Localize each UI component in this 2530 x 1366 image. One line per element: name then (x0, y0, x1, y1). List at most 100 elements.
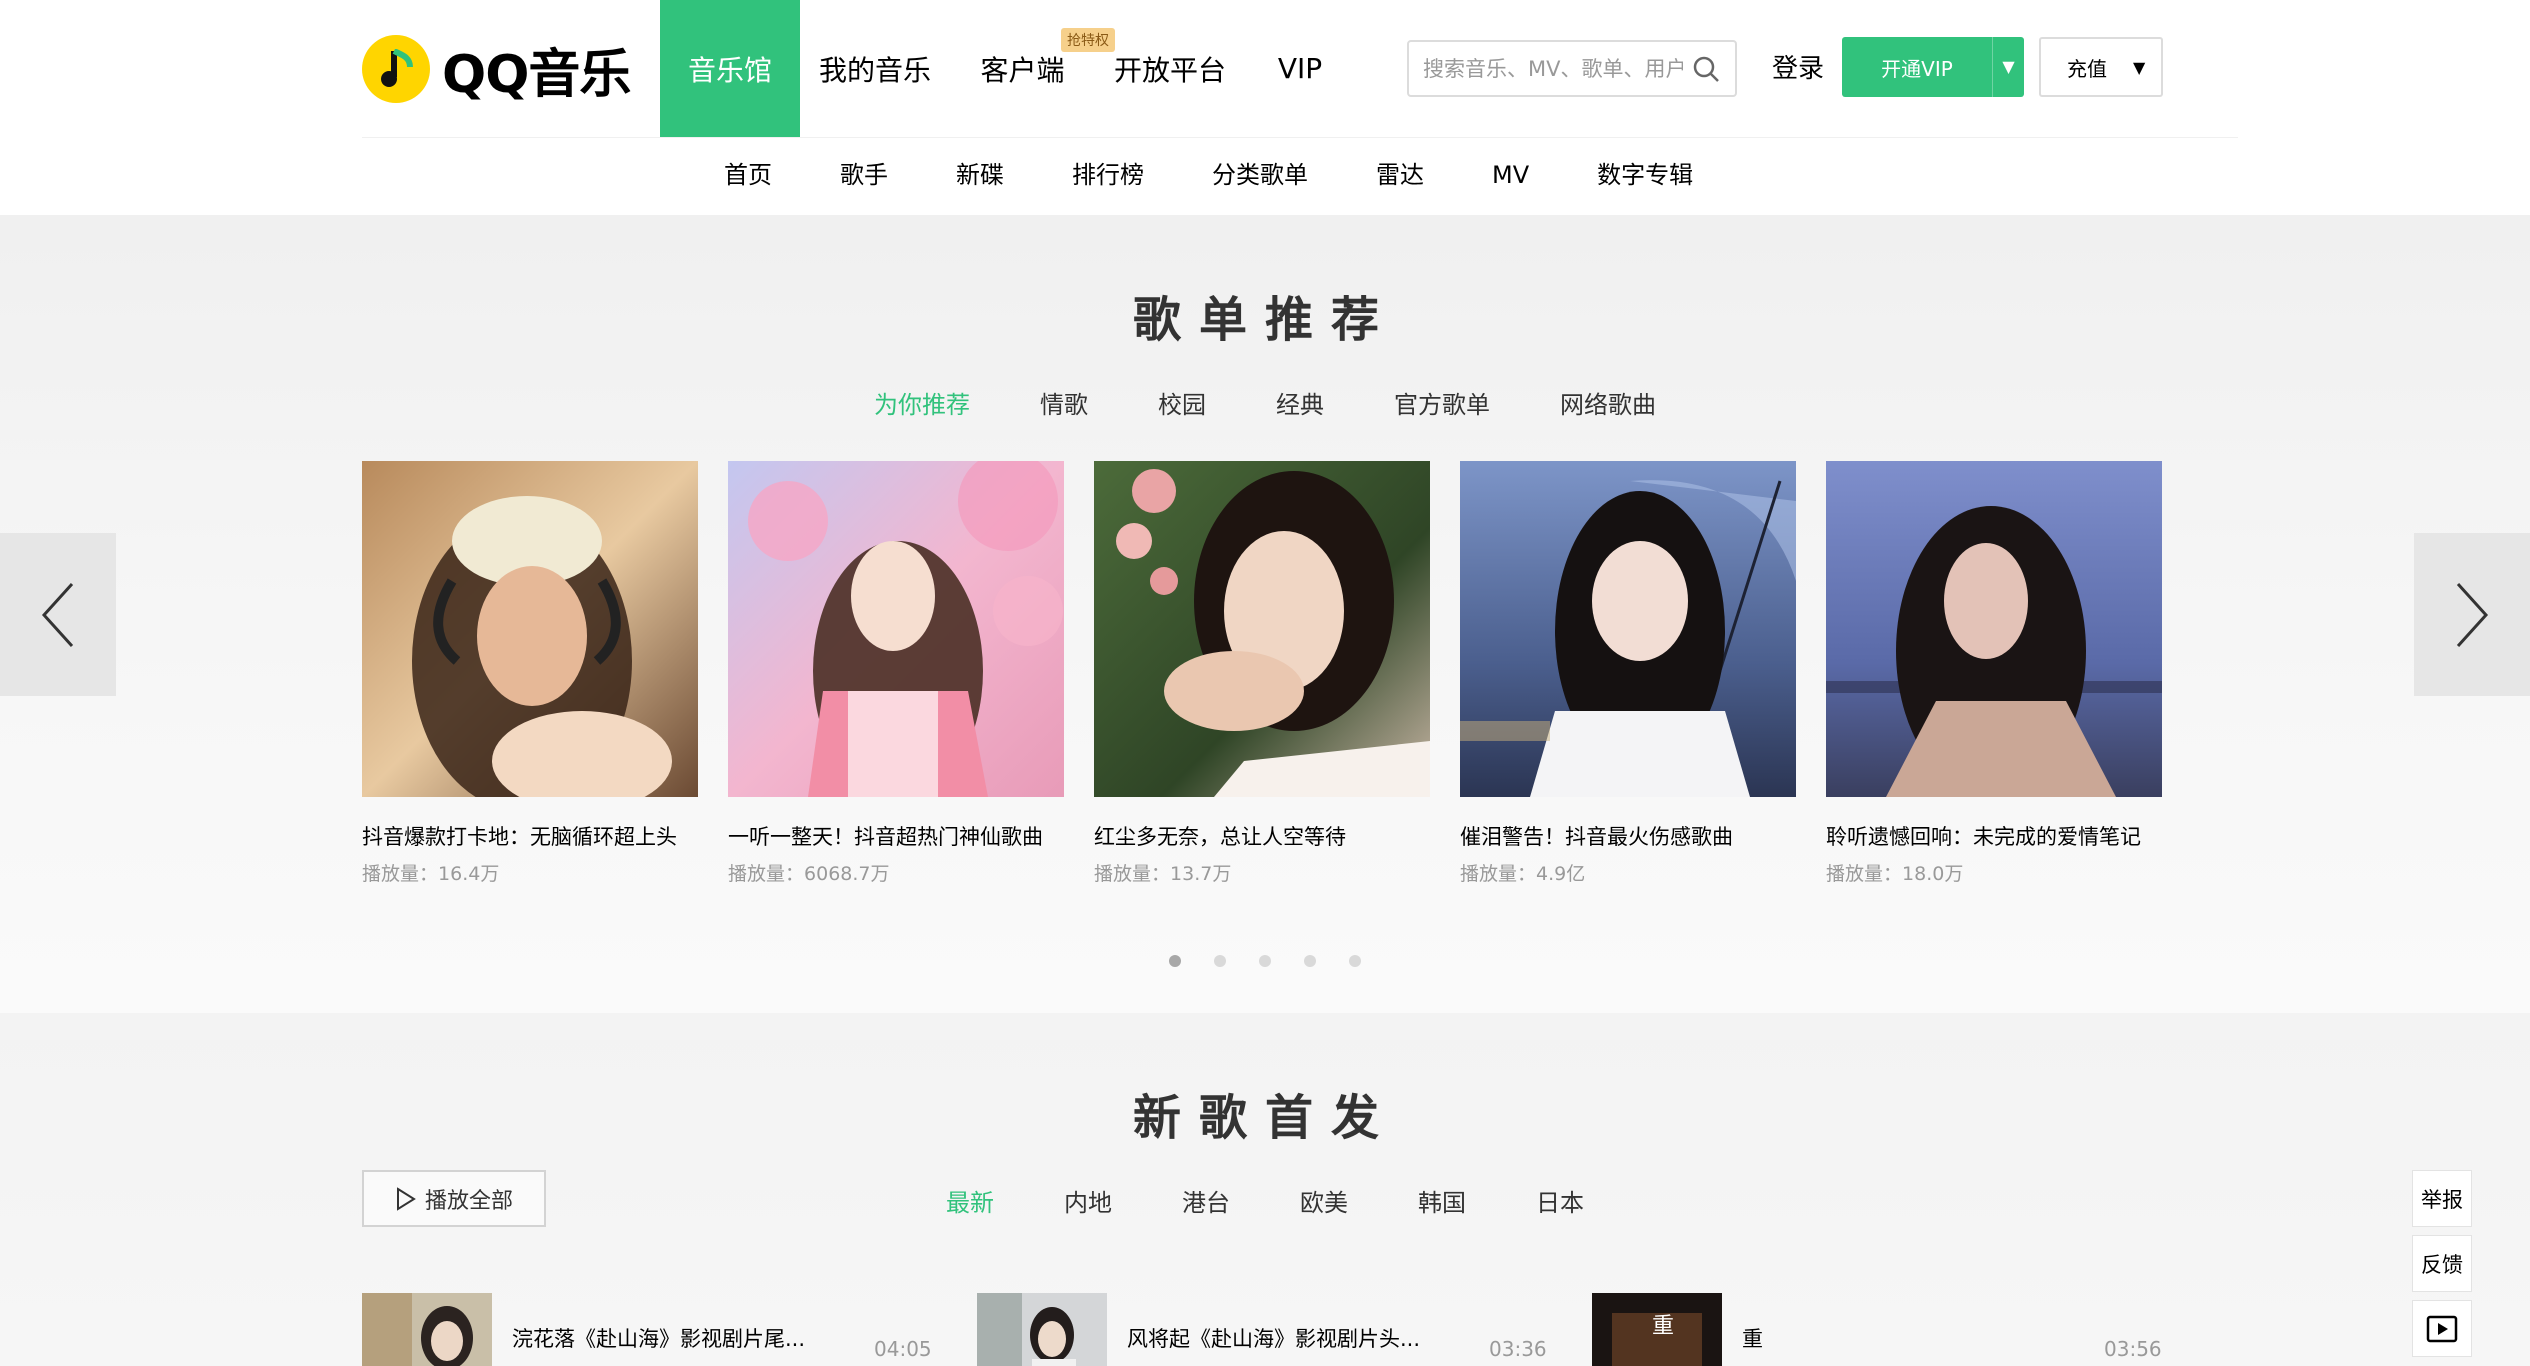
playlist-cover[interactable] (1094, 461, 1430, 797)
play-count: 播放量：13.7万 (1094, 859, 1430, 886)
search-box (1407, 40, 1737, 97)
feedback-button[interactable]: 反馈 (2412, 1235, 2472, 1292)
next-arrow[interactable] (2414, 533, 2530, 696)
playlist-cover[interactable] (1826, 461, 2162, 797)
playlist-tabs: 为你推荐 情歌 校园 经典 官方歌单 网络歌曲 (0, 385, 2530, 420)
song-cover[interactable] (977, 1293, 1107, 1366)
logo-text: QQ音乐 (442, 44, 631, 105)
playlist-name[interactable]: 聆听遗憾回响：未完成的爱情笔记 (1826, 821, 2162, 851)
subnav-item-new-albums[interactable]: 新碟 (922, 150, 1038, 200)
subnav-item-categories[interactable]: 分类歌单 (1178, 150, 1342, 200)
play-box-button[interactable] (2412, 1300, 2472, 1357)
carousel-dot[interactable] (1214, 955, 1226, 967)
tab-korea[interactable]: 韩国 (1383, 1183, 1501, 1218)
song-item[interactable]: 风将起《赴山海》影视剧片头... … 03:36 (977, 1293, 1592, 1366)
song-item[interactable]: 重 重 … 03:56 (1592, 1293, 2207, 1366)
song-artist[interactable]: … (1127, 1359, 1145, 1366)
topnav-music-hall[interactable]: 音乐馆 (660, 0, 800, 137)
plays-prefix: 播放量： (1826, 863, 1903, 885)
tab-internet-songs[interactable]: 网络歌曲 (1525, 385, 1691, 420)
side-tools: 举报 反馈 (2412, 1170, 2472, 1357)
tab-for-you[interactable]: 为你推荐 (839, 385, 1005, 420)
song-cover[interactable] (362, 1293, 492, 1366)
playlist-name[interactable]: 催泪警告！抖音最火伤感歌曲 (1460, 821, 1796, 851)
topnav-label: VIP (1277, 52, 1323, 85)
subnav-item-charts[interactable]: 排行榜 (1038, 150, 1178, 200)
subnav-item-singers[interactable]: 歌手 (806, 150, 922, 200)
song-duration: 04:05 (874, 1337, 932, 1361)
plays-prefix: 播放量： (728, 863, 805, 885)
subnav-item-home[interactable]: 首页 (690, 150, 806, 200)
tab-official[interactable]: 官方歌单 (1359, 385, 1525, 420)
caret-down-icon[interactable]: ▼ (1992, 37, 2024, 97)
plays-prefix: 播放量： (1094, 863, 1171, 885)
login-link[interactable]: 登录 (1772, 48, 1824, 85)
tab-latest[interactable]: 最新 (911, 1183, 1029, 1218)
song-cover[interactable]: 重 (1592, 1293, 1722, 1366)
playlist-name[interactable]: 红尘多无奈，总让人空等待 (1094, 821, 1430, 851)
report-button[interactable]: 举报 (2412, 1170, 2472, 1227)
plays-value: 6068.7万 (804, 863, 890, 885)
playlist-cards: 抖音爆款打卡地：无脑循环超上头 播放量：16.4万 一听一整天！抖音超热门神仙歌… (362, 461, 2162, 886)
topnav-client[interactable]: 客户端 抢特权 (950, 0, 1115, 137)
carousel-dot[interactable] (1169, 955, 1181, 967)
carousel-dot[interactable] (1349, 955, 1361, 967)
playlist-cover[interactable] (1460, 461, 1796, 797)
qq-music-logo[interactable]: QQ音乐 (362, 34, 631, 105)
song-item[interactable]: 浣花落《赴山海》影视剧片尾... … 04:05 (362, 1293, 977, 1366)
playlist-cover[interactable] (362, 461, 698, 797)
song-title[interactable]: 重 (1742, 1323, 2062, 1353)
playlist-name[interactable]: 抖音爆款打卡地：无脑循环超上头 (362, 821, 698, 851)
topnav-open-platform[interactable]: 开放平台 (1095, 0, 1245, 137)
subnav-item-digital-albums[interactable]: 数字专辑 (1563, 150, 1727, 200)
caret-down-icon[interactable]: ▼ (2133, 58, 2145, 77)
subnav-item-mv[interactable]: MV (1458, 150, 1563, 200)
topnav-vip[interactable]: VIP (1245, 0, 1355, 137)
playlist-card[interactable]: 催泪警告！抖音最火伤感歌曲 播放量：4.9亿 (1460, 461, 1796, 886)
playlist-card[interactable]: 红尘多无奈，总让人空等待 播放量：13.7万 (1094, 461, 1430, 886)
search-input[interactable] (1423, 56, 1683, 81)
topnav-label: 我的音乐 (818, 53, 931, 87)
tab-love-songs[interactable]: 情歌 (1005, 385, 1123, 420)
topnav-label: 开放平台 (1113, 53, 1226, 87)
playlist-name[interactable]: 一听一整天！抖音超热门神仙歌曲 (728, 821, 1064, 851)
subnav-item-radar[interactable]: 雷达 (1342, 150, 1458, 200)
plays-value: 4.9亿 (1536, 863, 1586, 885)
sub-nav: 首页 歌手 新碟 排行榜 分类歌单 雷达 MV 数字专辑 (690, 150, 1727, 200)
tab-classic[interactable]: 经典 (1241, 385, 1359, 420)
playlist-card[interactable]: 抖音爆款打卡地：无脑循环超上头 播放量：16.4万 (362, 461, 698, 886)
playlist-card[interactable]: 聆听遗憾回响：未完成的爱情笔记 播放量：18.0万 (1826, 461, 2162, 886)
tab-mainland[interactable]: 内地 (1029, 1183, 1147, 1218)
tab-japan[interactable]: 日本 (1501, 1183, 1619, 1218)
play-box-icon (2426, 1315, 2458, 1342)
play-count: 播放量：16.4万 (362, 859, 698, 886)
logo-icon (362, 35, 430, 103)
song-artist[interactable]: … (1742, 1359, 1760, 1366)
playlist-card[interactable]: 一听一整天！抖音超热门神仙歌曲 播放量：6068.7万 (728, 461, 1064, 886)
song-artist[interactable]: … (512, 1359, 530, 1366)
plays-prefix: 播放量： (362, 863, 439, 885)
section-title: 歌单推荐 (1132, 292, 1397, 348)
tab-hk-tw[interactable]: 港台 (1147, 1183, 1265, 1218)
prev-arrow[interactable] (0, 533, 116, 696)
carousel-dot[interactable] (1304, 955, 1316, 967)
playlist-cover[interactable] (728, 461, 1064, 797)
song-list: 浣花落《赴山海》影视剧片尾... … 04:05 风将起《赴山海》影视剧片头..… (362, 1293, 2207, 1366)
carousel-dots (0, 955, 2530, 967)
recharge-label: 充值 (2067, 56, 2107, 81)
new-songs-section: 新歌首发 播放全部 最新 内地 港台 欧美 韩国 日本 浣花落《赴山海》影视剧片… (0, 1013, 2530, 1366)
play-count: 播放量：6068.7万 (728, 859, 1064, 886)
search-icon[interactable] (1691, 54, 1721, 84)
tab-campus[interactable]: 校园 (1123, 385, 1241, 420)
playlist-section: 歌单推荐 为你推荐 情歌 校园 经典 官方歌单 网络歌曲 抖音爆款打卡地：无脑循… (0, 215, 2530, 1013)
topnav-label: 音乐馆 (687, 53, 772, 87)
open-vip-button[interactable]: 开通VIP ▼ (1842, 37, 2024, 97)
tab-western[interactable]: 欧美 (1265, 1183, 1383, 1218)
song-title[interactable]: 浣花落《赴山海》影视剧片尾... (512, 1323, 832, 1353)
topnav-my-music[interactable]: 我的音乐 (800, 0, 950, 137)
play-count: 播放量：18.0万 (1826, 859, 2162, 886)
recharge-button[interactable]: 充值 ▼ (2039, 37, 2163, 97)
plays-value: 13.7万 (1170, 863, 1232, 885)
carousel-dot[interactable] (1259, 955, 1271, 967)
song-title[interactable]: 风将起《赴山海》影视剧片头... (1127, 1323, 1447, 1353)
